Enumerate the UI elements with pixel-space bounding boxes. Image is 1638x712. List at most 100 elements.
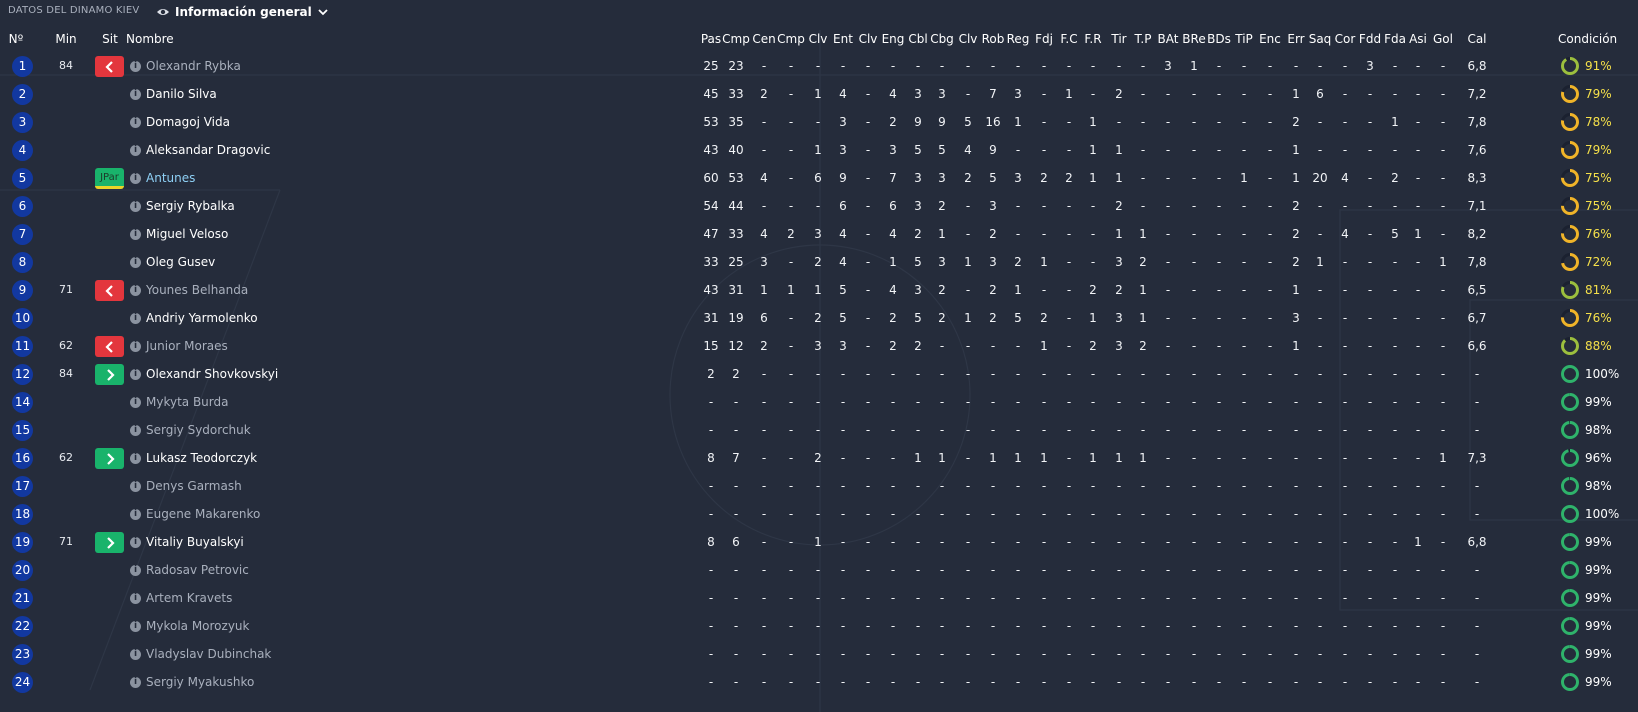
stat-fdd-cell: 3: [1366, 59, 1374, 73]
table-row[interactable]: 11 62 i Junior Moraes 15 12 2-3 3-2 2- - - -1-2 3 2- -…: [0, 332, 1638, 360]
stat-rob-cell: -: [990, 563, 996, 577]
table-row[interactable]: 8 i Oleg Gusev 33 25 3-2 4-1 5 3 1 3 2 1- -3 2- - - - -2 1-…: [0, 248, 1638, 276]
table-row[interactable]: 17 i Denys Garmash - - - - - - - - - - - - - - - - - - - - - - - -…: [0, 472, 1638, 500]
player-name[interactable]: Denys Garmash: [146, 472, 242, 500]
substituted-on-button[interactable]: [95, 532, 124, 553]
info-icon[interactable]: i: [130, 565, 141, 576]
info-icon[interactable]: i: [130, 257, 141, 268]
view-selector-dropdown[interactable]: Información general: [156, 2, 328, 22]
info-icon[interactable]: i: [130, 453, 141, 464]
stat-cen-cell: -: [761, 675, 767, 689]
player-name[interactable]: Oleg Gusev: [146, 248, 215, 276]
info-icon[interactable]: i: [130, 481, 141, 492]
header-sit[interactable]: Sit: [90, 28, 130, 50]
info-icon[interactable]: i: [130, 341, 141, 352]
info-icon[interactable]: i: [130, 397, 141, 408]
stat-ent-cell: -: [840, 367, 846, 381]
table-row[interactable]: 7 i Miguel Veloso 47 33 4 2 3 4-4 2 1-2- - - -1 1- - - - -…: [0, 220, 1638, 248]
stat-fdj-cell: -: [1041, 59, 1047, 73]
player-name[interactable]: Lukasz Teodorczyk: [146, 444, 257, 472]
substituted-off-button[interactable]: [95, 56, 124, 77]
info-icon[interactable]: i: [130, 117, 141, 128]
player-name[interactable]: Mykola Morozyuk: [146, 612, 249, 640]
table-row[interactable]: 23 i Vladyslav Dubinchak - - - - - - - - - - - - - - - - - -…: [0, 640, 1638, 668]
player-name[interactable]: Miguel Veloso: [146, 220, 228, 248]
info-icon[interactable]: i: [130, 201, 141, 212]
table-row[interactable]: 16 62 i Lukasz Teodorczyk 8 7- -2- - -1 1-1 1 1-1 1 1…: [0, 444, 1638, 472]
info-icon[interactable]: i: [130, 89, 141, 100]
table-row[interactable]: 20 i Radosav Petrovic - - - - - - - - - - - - - - - - - - - - -…: [0, 556, 1638, 584]
player-name[interactable]: Olexandr Shovkovskyi: [146, 360, 278, 388]
player-name[interactable]: Sergiy Sydorchuk: [146, 416, 251, 444]
table-row[interactable]: 24 i Sergiy Myakushko - - - - - - - - - - - - - - - - - - - - -…: [0, 668, 1638, 696]
player-name[interactable]: Younes Belhanda: [146, 276, 248, 304]
player-name[interactable]: Andriy Yarmolenko: [146, 304, 258, 332]
table-row[interactable]: 1 84 i Olexandr Rybka 25 23 - - - - - - - - - - - - - - - - 3 1…: [0, 52, 1638, 80]
player-name[interactable]: Eugene Makarenko: [146, 500, 260, 528]
table-row[interactable]: 21 i Artem Kravets - - - - - - - - - - - - - - - - - - - - - - - -…: [0, 584, 1638, 612]
info-icon[interactable]: i: [130, 593, 141, 604]
stat-cmp-cell: 6: [732, 535, 740, 549]
player-name[interactable]: Danilo Silva: [146, 80, 217, 108]
stat-pas-cell: -: [708, 507, 714, 521]
player-name[interactable]: Vitaliy Buyalskyi: [146, 528, 244, 556]
table-row[interactable]: 4 i Aleksandar Dragovic 43 40- -1 3-3 5 5 4 9- - -1 1…: [0, 136, 1638, 164]
info-icon[interactable]: i: [130, 621, 141, 632]
table-row[interactable]: 3 i Domagoj Vida 53 35- - -3-2 9 9 5 16 1- -1- - - - - - -…: [0, 108, 1638, 136]
player-name[interactable]: Artem Kravets: [146, 584, 232, 612]
stat-tp-cell: -: [1140, 647, 1146, 661]
info-icon[interactable]: i: [130, 649, 141, 660]
substituted-on-button[interactable]: [95, 364, 124, 385]
player-name[interactable]: Vladyslav Dubinchak: [146, 640, 271, 668]
squad-number-badge: 17: [12, 476, 33, 497]
table-row[interactable]: 22 i Mykola Morozyuk - - - - - - - - - - - - - - - - - - - - - -…: [0, 612, 1638, 640]
table-row[interactable]: 18 i Eugene Makarenko - - - - - - - - - - - - - - - - - - - - -…: [0, 500, 1638, 528]
header-num[interactable]: Nº: [0, 28, 36, 50]
info-icon[interactable]: i: [130, 369, 141, 380]
table-row[interactable]: 10 i Andriy Yarmolenko 31 19 6-2 5-2 5 2 1 2 5 2-1 3 1…: [0, 304, 1638, 332]
info-icon[interactable]: i: [130, 537, 141, 548]
header-min[interactable]: Min: [46, 28, 86, 50]
stat-fr-cell: -: [1090, 675, 1096, 689]
substituted-on-button[interactable]: [95, 448, 124, 469]
table-row[interactable]: 5 JPar i Antunes 60 53 4-6 9-7 3 3 2 5 3 2 2 1 1- - - -1-1 2…: [0, 164, 1638, 192]
info-icon[interactable]: i: [130, 229, 141, 240]
info-icon[interactable]: i: [130, 313, 141, 324]
stat-cor-cell: -: [1342, 59, 1348, 73]
role-tag-badge[interactable]: JPar: [95, 168, 124, 189]
top-bar: DATOS DEL DINAMO KIEV Información genera…: [0, 0, 1638, 24]
player-name[interactable]: Mykyta Burda: [146, 388, 228, 416]
player-name[interactable]: Junior Moraes: [146, 332, 228, 360]
player-name[interactable]: Sergiy Rybalka: [146, 192, 235, 220]
table-row[interactable]: 14 i Mykyta Burda - - - - - - - - - - - - - - - - - - - - - - - - -…: [0, 388, 1638, 416]
header-name[interactable]: Nombre: [126, 28, 174, 50]
stat-bds-cell: -: [1216, 395, 1222, 409]
substituted-off-button[interactable]: [95, 280, 124, 301]
table-row[interactable]: 9 71 i Younes Belhanda 43 31 1 1 1 5-4 3 2-2 1- -2 2 1-…: [0, 276, 1638, 304]
info-icon[interactable]: i: [130, 285, 141, 296]
player-name[interactable]: Antunes: [146, 164, 195, 192]
info-icon[interactable]: i: [130, 425, 141, 436]
table-row[interactable]: 6 i Sergiy Rybalka 54 44- - -6-6 3 2-3- - - -2- - - - -…: [0, 192, 1638, 220]
info-icon[interactable]: i: [130, 677, 141, 688]
stat-rob-cell: -: [990, 367, 996, 381]
stat-clv-cell: -: [865, 171, 871, 185]
substituted-off-button[interactable]: [95, 336, 124, 357]
info-icon[interactable]: i: [130, 61, 141, 72]
table-row[interactable]: 2 i Danilo Silva 45 33 2-1 4-4 3 3-7 3-1-2- - - - - -1…: [0, 80, 1638, 108]
player-name[interactable]: Sergiy Myakushko: [146, 668, 254, 696]
player-name[interactable]: Domagoj Vida: [146, 108, 230, 136]
player-name[interactable]: Radosav Petrovic: [146, 556, 249, 584]
condition-ring-icon: [1561, 85, 1579, 103]
header-cal[interactable]: Cal: [1457, 28, 1497, 50]
info-icon[interactable]: i: [130, 173, 141, 184]
player-name[interactable]: Olexandr Rybka: [146, 52, 241, 80]
info-icon[interactable]: i: [130, 145, 141, 156]
table-row[interactable]: 19 71 i Vitaliy Buyalskyi 8 6 - - 1 - - - - - - - - - - - - -…: [0, 528, 1638, 556]
player-name[interactable]: Aleksandar Dragovic: [146, 136, 270, 164]
table-row[interactable]: 15 i Sergiy Sydorchuk - - - - - - - - - - - - - - - - - - - - -…: [0, 416, 1638, 444]
info-icon[interactable]: i: [130, 509, 141, 520]
squad-number-badge: 24: [12, 672, 33, 693]
table-row[interactable]: 12 84 i Olexandr Shovkovskyi 2 2 - - - - - - - - - - - - -…: [0, 360, 1638, 388]
header-condition[interactable]: Condición: [1558, 28, 1617, 50]
